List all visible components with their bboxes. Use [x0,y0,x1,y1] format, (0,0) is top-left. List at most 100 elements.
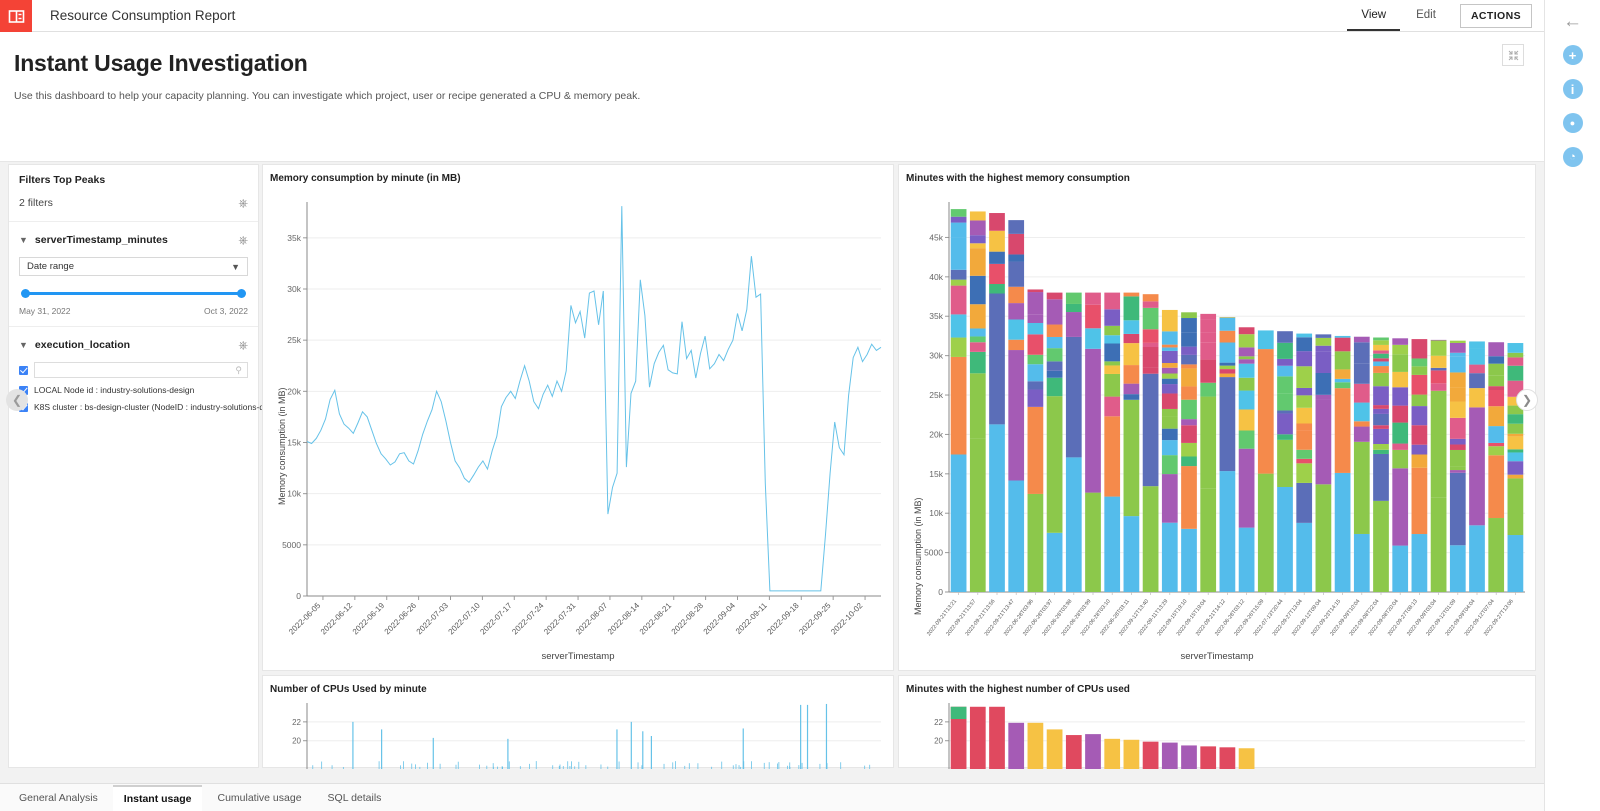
memory-line-plot[interactable]: 0 5000 10k 15k 20k 25k 30k 35k 2022-06-05 2022-06… [263,184,893,684]
next-page-button[interactable]: ❯ [1516,389,1538,411]
filter-name-label: execution_location [34,339,131,351]
y-axis-label: Memory consumption (in MB) [277,387,287,505]
page-title: Instant Usage Investigation [14,50,308,76]
svg-text:25k: 25k [929,390,943,400]
svg-text:20: 20 [934,737,943,746]
chevron-down-icon: ▼ [231,261,240,272]
svg-text:30k: 30k [929,351,943,361]
info-icon[interactable]: i [1560,76,1586,102]
slider-handle-start[interactable] [21,289,30,298]
dataiku-logo-icon[interactable] [0,0,32,32]
bottom-tab-instant-usage[interactable]: Instant usage [112,784,203,811]
prev-page-button[interactable]: ❮ [6,389,28,411]
comment-glyph: ● [1562,113,1583,133]
svg-text:2022-08-28: 2022-08-28 [670,601,706,637]
x-axis-label: serverTimestamp [541,651,615,662]
tab-edit[interactable]: Edit [1402,0,1450,31]
svg-text:15k: 15k [287,437,301,447]
back-arrow-glyph: ← [1563,10,1582,32]
svg-text:35k: 35k [929,311,943,321]
top-bar: Resource Consumption Report View Edit AC… [0,0,1544,32]
filter-name-label: serverTimestamp_minutes [34,234,168,246]
cpu-line-plot[interactable]: 20 22 [263,695,893,769]
svg-text:0: 0 [296,591,301,601]
svg-text:10k: 10k [929,508,943,518]
svg-text:30k: 30k [287,284,301,294]
select-all-checkbox[interactable] [19,365,28,375]
svg-text:0: 0 [938,587,943,597]
svg-text:2022-07-31: 2022-07-31 [542,601,578,637]
svg-text:2022-09-18: 2022-09-18 [765,601,801,637]
date-range-select[interactable]: Date range ▼ [19,257,248,276]
back-arrow-icon[interactable]: ← [1560,8,1586,34]
chevron-down-icon[interactable]: ▼ [19,340,28,350]
comment-icon[interactable]: ● [1560,110,1586,136]
add-icon[interactable]: + [1560,42,1586,68]
slider-track [23,292,244,295]
cpu-bar-plot[interactable]: 20 22 [899,695,1535,769]
svg-text:25k: 25k [287,335,301,345]
page-header: Instant Usage Investigation Use this das… [0,32,1544,162]
range-end-label: Oct 3, 2022 [204,306,248,316]
power-reset-icon[interactable]: ⎈ [238,234,248,246]
svg-text:2022-08-07: 2022-08-07 [574,601,610,637]
history-glyph: ◔ [1562,147,1583,167]
svg-text:2022-09-11: 2022-09-11 [734,601,769,636]
date-range-select-value: Date range [27,261,75,272]
actions-button[interactable]: ACTIONS [1459,3,1532,28]
search-input[interactable] [40,365,236,375]
bottom-tab-general-analysis[interactable]: General Analysis [8,786,109,810]
filter-header: ▼ execution_location ⎈ [19,339,248,351]
memory-bar-plot[interactable]: 0 5000 10k 15k 20k 25k 30k 35k 40k 45k 2022-09-21T… [899,184,1535,684]
svg-text:20k: 20k [287,386,301,396]
svg-text:2022-09-25: 2022-09-25 [797,601,833,637]
app-title: Resource Consumption Report [50,8,236,23]
svg-text:45k: 45k [929,232,943,242]
filters-title: Filters Top Peaks [19,174,106,186]
history-icon[interactable]: ◔ [1560,144,1586,170]
filter-option-k8s-cluster[interactable]: K8S cluster : bs-design-cluster (NodeID … [19,402,287,412]
svg-text:2022-07-10: 2022-07-10 [447,601,483,637]
bottom-tab-bar: General Analysis Instant usage Cumulativ… [0,783,1544,811]
svg-text:2022-09-04: 2022-09-04 [702,601,738,637]
chart-title: Memory consumption by minute (in MB) [270,173,461,184]
svg-text:2022-08-21: 2022-08-21 [638,601,674,637]
date-range-slider[interactable] [21,289,246,299]
svg-text:2022-06-26: 2022-06-26 [383,601,419,637]
chart-card-top-cpu-minutes: Minutes with the highest number of CPUs … [898,675,1536,769]
option-label: LOCAL Node id : industry-solutions-desig… [34,385,195,395]
chart-title: Minutes with the highest number of CPUs … [906,684,1130,695]
filter-option-local-node[interactable]: LOCAL Node id : industry-solutions-desig… [19,385,248,395]
filters-count-row: 2 filters ⎈ [9,193,258,222]
dashboard-app: Resource Consumption Report View Edit AC… [0,0,1600,811]
slider-handle-end[interactable] [237,289,246,298]
x-axis-label: serverTimestamp [1180,651,1254,662]
chevron-down-icon[interactable]: ▼ [19,235,28,245]
svg-text:2022-07-24: 2022-07-24 [510,601,546,637]
chart-card-top-memory-minutes: Minutes with the highest memory consumpt… [898,164,1536,671]
tab-view[interactable]: View [1347,0,1401,31]
svg-text:22: 22 [292,718,301,727]
svg-text:20: 20 [292,737,301,746]
info-glyph: i [1562,79,1583,99]
filter-block-serverTimestamp-minutes: ▼ serverTimestamp_minutes ⎈ Date range ▼… [9,222,258,327]
chart-card-memory-by-minute: Memory consumption by minute (in MB) 0 50… [262,164,894,671]
power-reset-icon[interactable]: ⎈ [238,339,248,351]
page-description: Use this dashboard to help your capacity… [14,90,641,102]
filter-block-execution-location: ▼ execution_location ⎈ ⚲ LOCAL Node id :… [9,327,287,418]
svg-text:2022-06-12: 2022-06-12 [319,601,355,637]
power-reset-icon[interactable]: ⎈ [238,197,248,209]
svg-text:5000: 5000 [282,540,301,550]
add-glyph: + [1562,45,1583,65]
execution-location-search[interactable]: ⚲ [34,362,248,378]
svg-text:35k: 35k [287,233,301,243]
bottom-tab-cumulative-usage[interactable]: Cumulative usage [206,786,312,810]
search-icon: ⚲ [235,364,242,375]
svg-text:15k: 15k [929,469,943,479]
topbar-controls: View Edit ACTIONS [1347,0,1544,31]
svg-text:2022-07-17: 2022-07-17 [478,601,514,637]
bottom-tab-sql-details[interactable]: SQL details [317,786,393,810]
collapse-fullscreen-icon[interactable] [1502,44,1524,66]
svg-text:10k: 10k [287,489,301,499]
